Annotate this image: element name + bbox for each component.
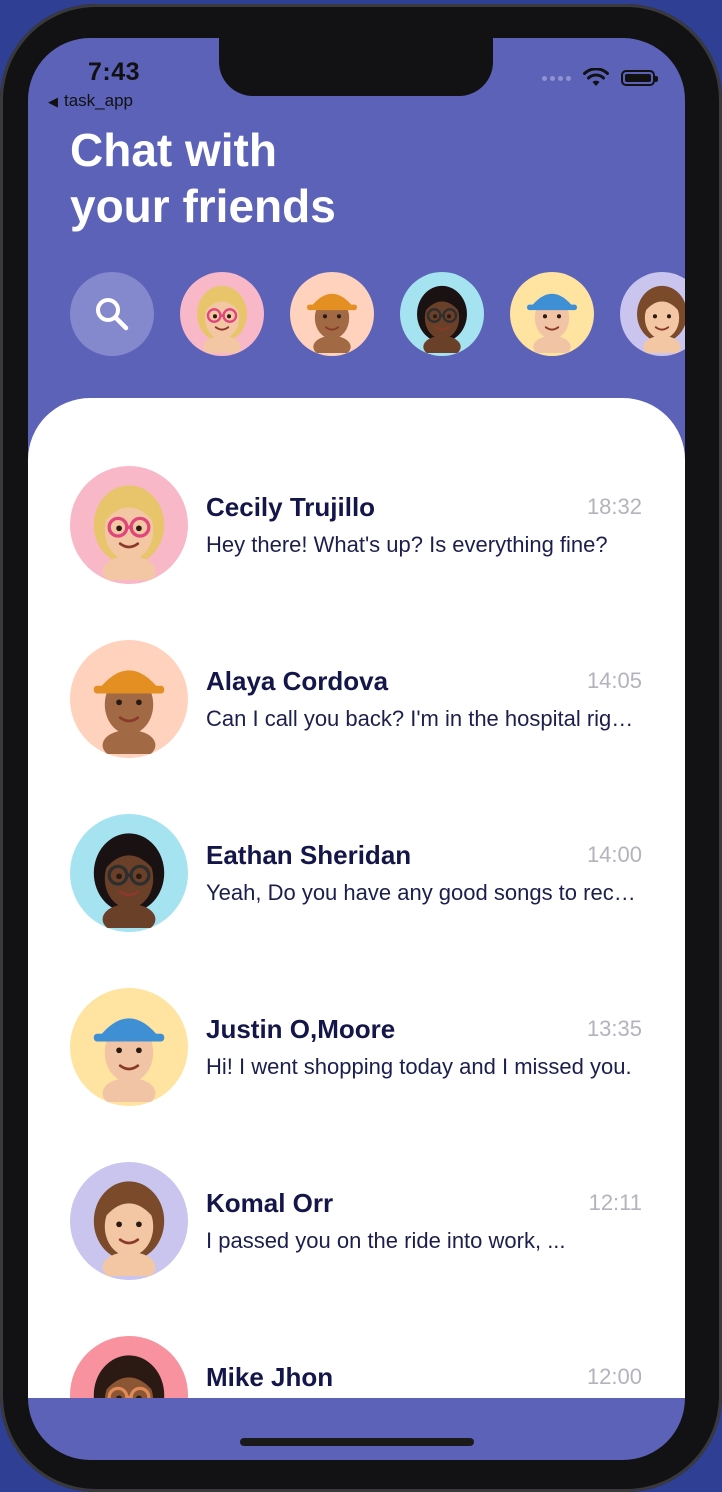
contact-name: Mike Jhon: [206, 1362, 334, 1392]
story-avatar[interactable]: [620, 272, 685, 356]
story-avatar[interactable]: [180, 272, 264, 356]
contact-name: Eathan Sheridan: [206, 840, 412, 870]
message-time: 12:00: [586, 1364, 642, 1389]
chat-list-item[interactable]: Justin O,Moore 13:35 Hi! I went shopping…: [28, 988, 685, 1162]
back-to-app-link[interactable]: ◀ task_app: [48, 91, 133, 111]
avatar-image: [93, 1018, 165, 1102]
contact-name: Justin O,Moore: [206, 1014, 396, 1044]
contact-name: Komal Orr: [206, 1188, 334, 1218]
message-preview: Yeah, Do you have any good songs to reco…: [206, 880, 644, 905]
home-indicator[interactable]: [240, 1438, 474, 1446]
story-avatar[interactable]: [400, 272, 484, 356]
message-preview: Can I call you back? I'm in the hospital…: [206, 706, 644, 731]
message-preview: Hi! I went shopping today and I missed y…: [206, 1054, 632, 1079]
chat-list-panel: Cecily Trujillo 18:32 Hey there! What's …: [28, 398, 685, 1398]
chat-list-item[interactable]: Komal Orr 12:11 I passed you on the ride…: [28, 1162, 685, 1336]
avatar: [70, 814, 188, 932]
avatar-image: [417, 285, 467, 353]
message-time: 14:00: [586, 842, 642, 867]
message-time: 12:11: [588, 1190, 642, 1215]
avatar-image: [307, 293, 357, 353]
avatar-image: [93, 485, 165, 580]
avatar-image: [93, 833, 165, 928]
avatar-image: [637, 285, 685, 353]
battery-icon: [621, 70, 658, 86]
back-arrow-icon: ◀: [48, 94, 58, 109]
avatar: [70, 640, 188, 758]
avatar: [70, 466, 188, 584]
message-preview: I passed you on the ride into work, ...: [206, 1228, 566, 1253]
wifi-icon: [583, 68, 609, 86]
phone-notch: [219, 38, 493, 96]
avatar-image: [93, 670, 165, 754]
avatar: [70, 1336, 188, 1398]
cellular-signal-icon: [542, 75, 571, 81]
phone-screen: 7:43 ◀ task_app Chat with your friends C…: [28, 38, 685, 1460]
contact-name: Alaya Cordova: [206, 666, 389, 696]
back-app-label: task_app: [64, 91, 133, 110]
stories-row: [70, 272, 685, 356]
page-title: Chat with your friends: [70, 122, 490, 234]
search-button[interactable]: [70, 272, 154, 356]
message-preview: Hey there! What's up? Is everything fine…: [206, 532, 608, 557]
contact-name: Cecily Trujillo: [206, 492, 376, 522]
avatar-image: [527, 293, 577, 353]
status-indicators: [542, 68, 658, 88]
message-time: 13:35: [586, 1016, 642, 1041]
avatar: [70, 1162, 188, 1280]
avatar-image: [197, 285, 247, 353]
chat-list-item[interactable]: Cecily Trujillo 18:32 Hey there! What's …: [28, 466, 685, 640]
message-time: 18:32: [586, 494, 642, 519]
chat-list-item[interactable]: Mike Jhon 12:00 Hey there! What's up? Is…: [28, 1336, 685, 1398]
story-avatar[interactable]: [510, 272, 594, 356]
avatar: [70, 988, 188, 1106]
chat-list-item[interactable]: Alaya Cordova 14:05 Can I call you back?…: [28, 640, 685, 814]
avatar-image: [93, 1355, 165, 1398]
status-time: 7:43: [88, 58, 141, 86]
message-time: 14:05: [586, 668, 642, 693]
chat-list-item[interactable]: Eathan Sheridan 14:00 Yeah, Do you have …: [28, 814, 685, 988]
search-icon: [96, 298, 129, 331]
story-avatar[interactable]: [290, 272, 374, 356]
avatar-image: [93, 1181, 165, 1276]
chat-list: Cecily Trujillo 18:32 Hey there! What's …: [28, 466, 685, 1398]
title-line-1: Chat with: [70, 124, 277, 176]
title-line-2: your friends: [70, 180, 336, 232]
